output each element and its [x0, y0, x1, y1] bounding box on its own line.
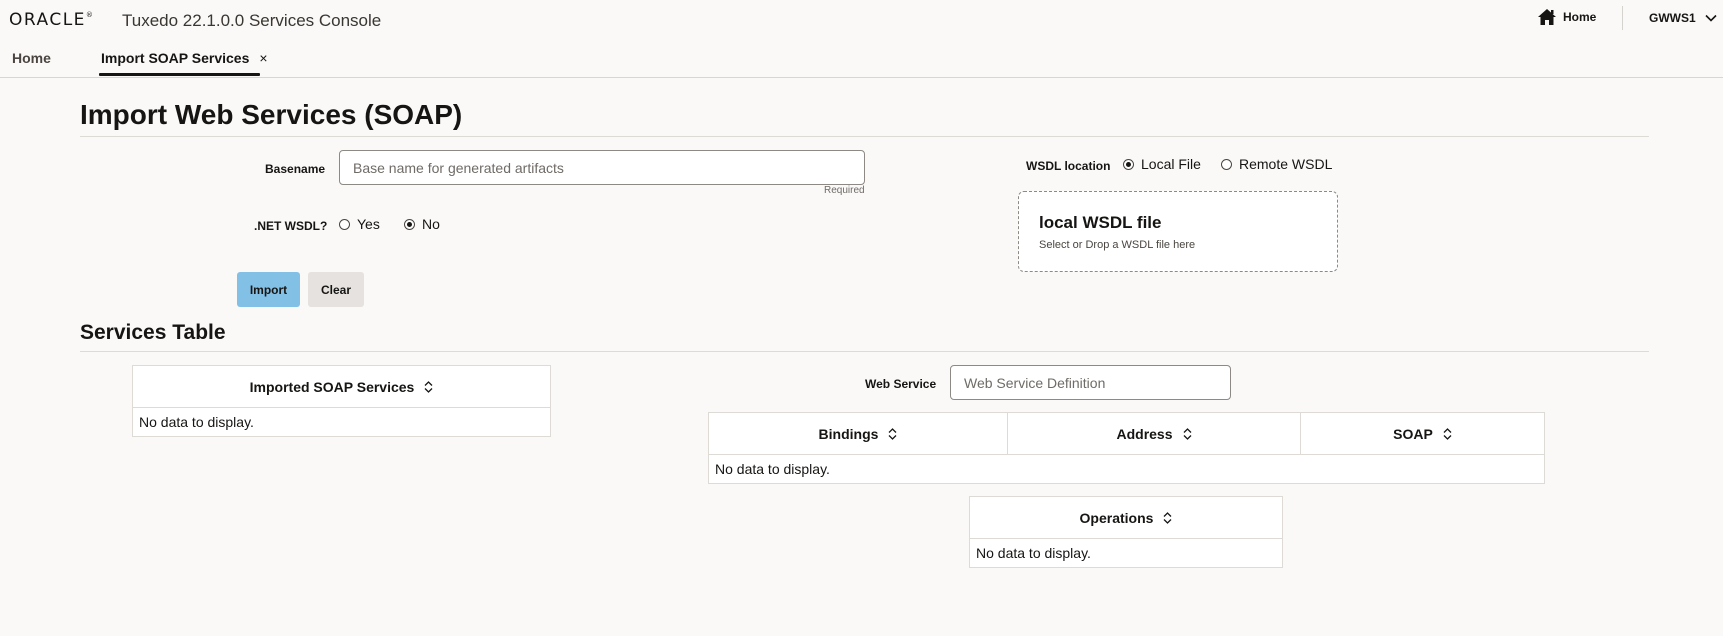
- basename-input[interactable]: [339, 150, 865, 185]
- column-header-bindings[interactable]: Bindings: [709, 413, 1007, 454]
- radio-label: Remote WSDL: [1239, 156, 1333, 172]
- empty-message: No data to display.: [715, 461, 830, 477]
- title-divider: [80, 136, 1649, 137]
- clear-button[interactable]: Clear: [308, 272, 364, 307]
- net-wsdl-label: .NET WSDL?: [254, 219, 328, 233]
- radio-circle: [339, 218, 350, 230]
- column-header-soap[interactable]: SOAP: [1301, 413, 1544, 454]
- user-menu[interactable]: GWWS1: [1649, 11, 1717, 25]
- column-header-label: Imported SOAP Services: [249, 378, 415, 395]
- table-header: Imported SOAP Services: [133, 366, 550, 408]
- column-header-operations[interactable]: Operations: [970, 497, 1282, 538]
- column-header-label: Operations: [1079, 509, 1154, 526]
- dropzone-subtitle: Select or Drop a WSDL file here: [1039, 239, 1196, 251]
- sort-icon: [888, 427, 897, 440]
- operations-table: Operations No data to display.: [969, 496, 1283, 568]
- sort-icon: [1443, 427, 1452, 440]
- net-wsdl-yes-radio[interactable]: Yes: [339, 216, 380, 232]
- services-divider: [80, 351, 1649, 352]
- wsdl-local-file-radio[interactable]: Local File: [1123, 156, 1201, 172]
- column-header-imported-soap-services[interactable]: Imported SOAP Services: [133, 366, 550, 407]
- app-title: Tuxedo 22.1.0.0 Services Console: [122, 11, 382, 30]
- sort-icon: [1183, 427, 1191, 440]
- net-wsdl-no-radio[interactable]: No: [404, 216, 440, 232]
- oracle-logo: ORACLE®: [9, 10, 93, 30]
- radio-circle-selected: [1123, 158, 1134, 170]
- column-header-address[interactable]: Address: [1008, 413, 1300, 454]
- radio-label: No: [422, 216, 440, 232]
- radio-label: Yes: [357, 216, 380, 232]
- sort-icon: [424, 380, 433, 393]
- table-header: Operations: [970, 497, 1282, 539]
- logo-text: ORACLE: [9, 10, 86, 30]
- table-header: Bindings Address SOAP: [709, 413, 1544, 455]
- column-header-label: Address: [1116, 425, 1173, 442]
- chevron-down-icon: [1705, 14, 1717, 22]
- user-menu-label: GWWS1: [1649, 11, 1696, 25]
- sort-icon: [1163, 511, 1172, 524]
- basename-label: Basename: [265, 162, 326, 176]
- import-button[interactable]: Import: [237, 272, 300, 307]
- active-tab-indicator: [99, 73, 260, 76]
- tab-import-soap-services[interactable]: Import SOAP Services ×: [101, 50, 268, 66]
- web-service-label: Web Service: [865, 377, 937, 391]
- home-link[interactable]: Home: [1537, 8, 1596, 26]
- tab-label: Import SOAP Services: [101, 50, 250, 66]
- dropzone-title: local WSDL file: [1039, 213, 1162, 232]
- page-title: Import Web Services (SOAP): [80, 99, 463, 130]
- column-header-label: Bindings: [818, 425, 879, 442]
- app-header: ORACLE® Tuxedo 22.1.0.0 Services Console…: [0, 0, 1723, 38]
- wsdl-file-dropzone[interactable]: local WSDL file Select or Drop a WSDL fi…: [1018, 191, 1338, 272]
- tab-bar: Home Import SOAP Services ×: [0, 38, 1723, 78]
- column-header-label: SOAP: [1393, 425, 1433, 442]
- logo-registered-mark: ®: [85, 11, 93, 19]
- tab-home[interactable]: Home: [12, 50, 51, 66]
- bindings-table: Bindings Address SOAP No data to display…: [708, 412, 1545, 484]
- services-table-title: Services Table: [80, 321, 226, 344]
- empty-message: No data to display.: [976, 545, 1091, 561]
- header-divider: [1622, 6, 1623, 30]
- required-hint: Required: [824, 185, 865, 196]
- close-icon[interactable]: ×: [259, 50, 267, 66]
- radio-circle: [1221, 158, 1232, 170]
- home-icon: [1538, 9, 1556, 25]
- home-link-label: Home: [1563, 10, 1597, 24]
- wsdl-location-label: WSDL location: [1026, 159, 1111, 173]
- wsdl-remote-radio[interactable]: Remote WSDL: [1221, 156, 1332, 172]
- web-service-input[interactable]: [950, 365, 1231, 400]
- radio-label: Local File: [1141, 156, 1201, 172]
- empty-message: No data to display.: [139, 414, 254, 430]
- radio-circle-selected: [404, 218, 415, 230]
- imported-services-table: Imported SOAP Services No data to displa…: [132, 365, 551, 437]
